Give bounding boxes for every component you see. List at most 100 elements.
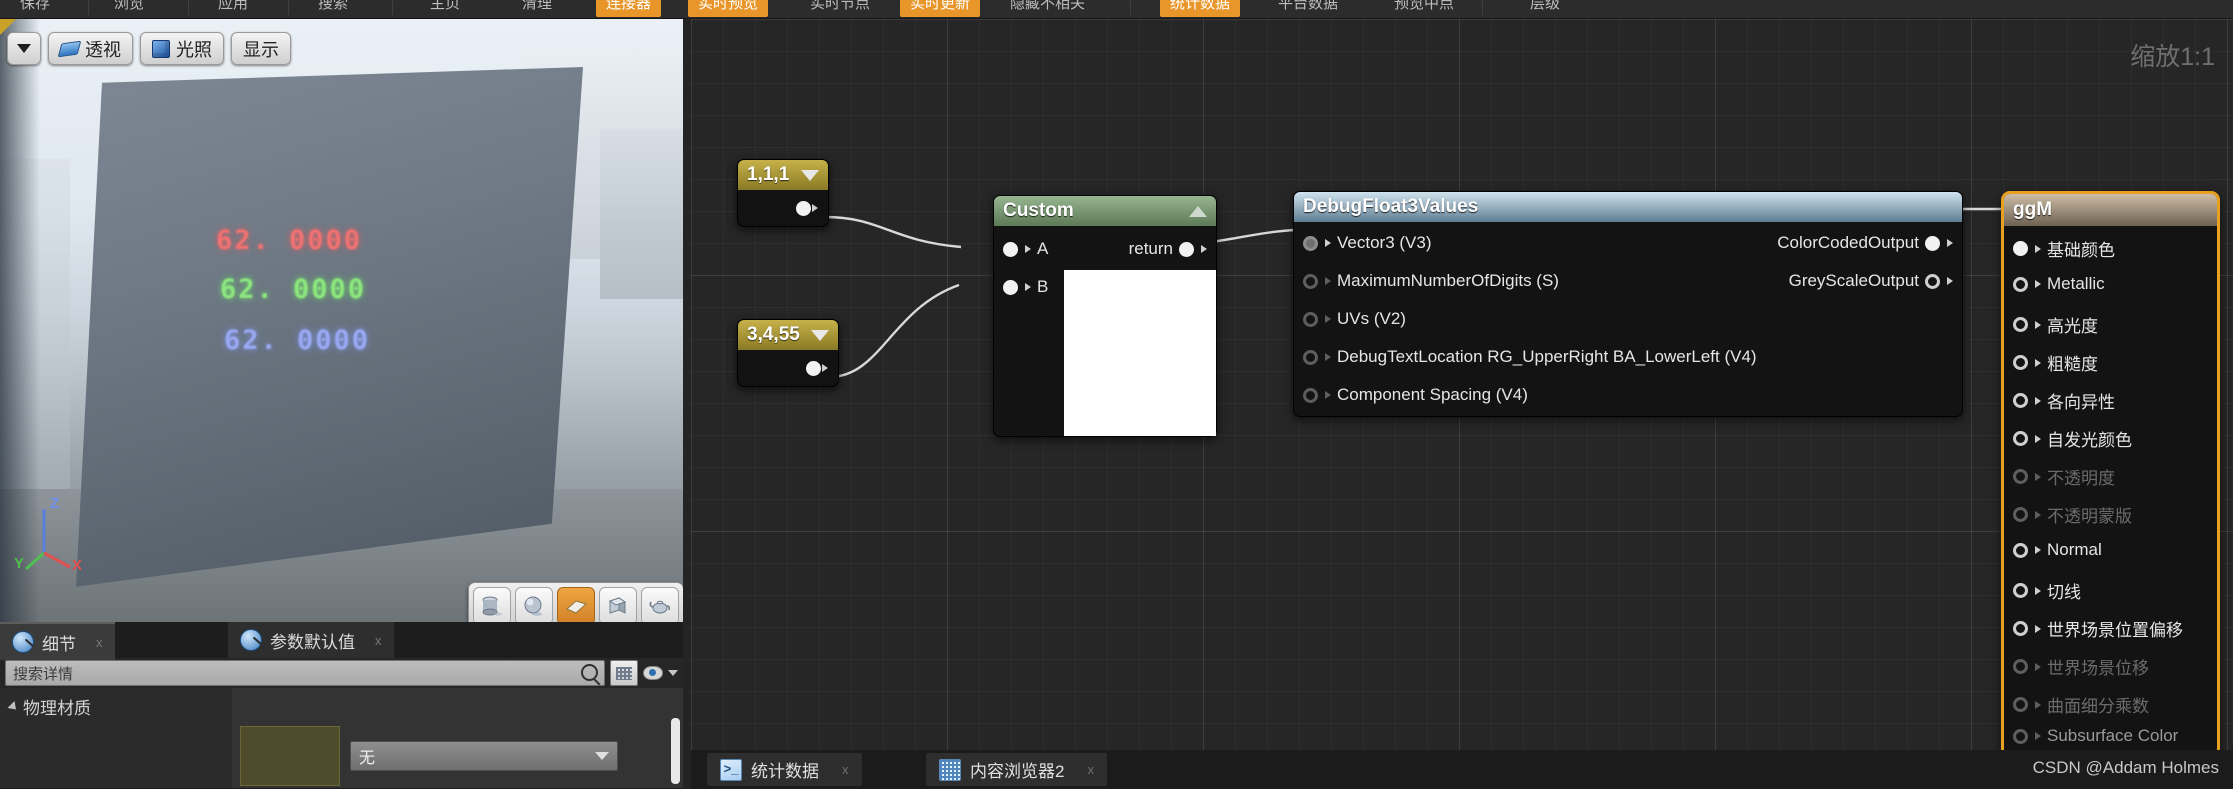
material-input-metallic[interactable]: Metallic: [2013, 274, 2105, 294]
menu-item-live-update[interactable]: 实时更新: [900, 0, 981, 17]
viewport-options-button[interactable]: [7, 32, 41, 65]
material-input-subsurface-color[interactable]: Subsurface Color: [2013, 726, 2178, 746]
node-debug-float3-values[interactable]: DebugFloat3Values Vector3 (V3) MaximumNu…: [1293, 191, 1963, 417]
input-pin-specular[interactable]: [2013, 317, 2028, 332]
details-grid-toggle-button[interactable]: [610, 660, 638, 686]
output-pin-row-return[interactable]: return: [1129, 239, 1207, 259]
material-input-specular[interactable]: 高光度: [2013, 312, 2098, 337]
input-pin-uvs[interactable]: [1303, 311, 1318, 327]
preview-shape-cube-button[interactable]: [599, 587, 637, 622]
details-scrollbar[interactable]: [671, 718, 680, 784]
preview-shape-teapot-button[interactable]: [641, 587, 679, 622]
chevron-down-icon[interactable]: [811, 329, 829, 341]
menu-item-apply[interactable]: 应用: [208, 0, 258, 17]
status-tab-statistics[interactable]: >_ 统计数据 x: [707, 753, 862, 786]
input-pin-world-displacement[interactable]: [2013, 659, 2028, 674]
input-pin-b[interactable]: [1003, 279, 1018, 295]
material-input-opacity[interactable]: 不透明度: [2013, 464, 2115, 489]
menu-item-connector[interactable]: 连接器: [596, 0, 662, 17]
input-pin-opacity[interactable]: [2013, 469, 2028, 484]
output-pin-constant-2[interactable]: [806, 360, 821, 376]
input-pin-anisotropy[interactable]: [2013, 393, 2028, 408]
material-input-normal[interactable]: Normal: [2013, 540, 2102, 560]
input-pin-row-a[interactable]: A: [1003, 239, 1048, 259]
menu-item-search[interactable]: 搜索: [308, 0, 358, 17]
custom-code-preview[interactable]: [1064, 270, 1216, 436]
output-pin-row-color-coded[interactable]: ColorCodedOutput: [1777, 233, 1953, 253]
output-pin-row-greyscale[interactable]: GreyScaleOutput: [1789, 271, 1953, 291]
menu-item-clean[interactable]: 清理: [512, 0, 562, 17]
material-preview-viewport[interactable]: 62. 0000 62. 0000 62. 0000 透视 光照 显示 Z Y …: [0, 19, 683, 622]
input-pin-max-digits[interactable]: [1303, 273, 1318, 289]
input-pin-metallic[interactable]: [2013, 276, 2028, 292]
node-constant-1-header[interactable]: 1,1,1: [738, 160, 828, 190]
menu-item-live-preview[interactable]: 实时预览: [688, 0, 769, 17]
menu-item-browse[interactable]: 浏览: [104, 0, 154, 17]
input-pin-roughness[interactable]: [2013, 355, 2028, 370]
material-graph-canvas[interactable]: 缩放1:1 材质 1,1,1 3,4,55: [691, 19, 2233, 750]
input-pin-row-component-spacing[interactable]: Component Spacing (V4): [1303, 385, 1528, 405]
input-pin-tangent[interactable]: [2013, 583, 2028, 598]
viewport-perspective-button[interactable]: 透视: [48, 32, 133, 65]
node-constant-vector-1[interactable]: 1,1,1: [737, 159, 829, 227]
menu-item-hierarchy[interactable]: 层级: [1520, 0, 1570, 17]
status-tab-statistics-close-icon[interactable]: x: [842, 762, 849, 777]
status-tab-content-browser-close-icon[interactable]: x: [1087, 762, 1094, 777]
input-pin-world-position-offset[interactable]: [2013, 621, 2028, 636]
material-input-opacity-mask[interactable]: 不透明蒙版: [2013, 502, 2132, 527]
input-pin-row-vector3[interactable]: Vector3 (V3): [1303, 233, 1432, 253]
details-search-input[interactable]: 搜索详情: [5, 660, 605, 686]
tab-parameter-defaults[interactable]: 参数默认值 x: [228, 622, 394, 658]
menu-item-live-nodes[interactable]: 实时节点: [800, 0, 880, 17]
input-pin-row-debug-text-location[interactable]: DebugTextLocation RG_UpperRight BA_Lower…: [1303, 347, 1757, 367]
physical-material-dropdown[interactable]: 无: [350, 740, 618, 771]
node-material-header[interactable]: ggM: [2004, 194, 2217, 226]
material-input-world-displacement[interactable]: 世界场景位移: [2013, 654, 2149, 679]
material-input-anisotropy[interactable]: 各向异性: [2013, 388, 2115, 413]
output-pin-return[interactable]: [1179, 241, 1194, 257]
node-constant-2-header[interactable]: 3,4,55: [738, 320, 838, 350]
input-pin-component-spacing[interactable]: [1303, 387, 1318, 403]
output-pin-constant-1[interactable]: [796, 200, 811, 216]
node-debug-header[interactable]: DebugFloat3Values: [1294, 192, 1962, 222]
menu-item-home[interactable]: 主页: [420, 0, 470, 17]
input-pin-subsurface-color[interactable]: [2013, 728, 2028, 744]
tab-details[interactable]: 细节 x: [0, 622, 115, 660]
chevron-down-icon[interactable]: [801, 169, 819, 181]
node-custom[interactable]: Custom A return B: [993, 195, 1217, 437]
menu-item-hide-unrelated[interactable]: 隐藏不相关: [1000, 0, 1095, 17]
menu-item-platform-data[interactable]: 平台数据: [1268, 0, 1348, 17]
input-pin-opacity-mask[interactable]: [2013, 507, 2028, 522]
node-constant-vector-2[interactable]: 3,4,55: [737, 319, 839, 387]
property-category-row[interactable]: 物理材质: [0, 688, 683, 726]
viewport-lighting-button[interactable]: 光照: [140, 32, 224, 65]
output-pin-greyscale[interactable]: [1925, 273, 1940, 289]
input-pin-row-uvs[interactable]: UVs (V2): [1303, 309, 1406, 329]
input-pin-row-b[interactable]: B: [1003, 277, 1048, 297]
input-pin-normal[interactable]: [2013, 542, 2028, 558]
tab-details-close-icon[interactable]: x: [96, 635, 103, 650]
node-custom-header[interactable]: Custom: [994, 196, 1216, 226]
visibility-eye-icon[interactable]: [643, 666, 663, 680]
node-material-output[interactable]: ggM 基础颜色 Metallic 高光度 粗糙度 各向异性 自发光颜色 不透明…: [2001, 191, 2220, 750]
tab-parameter-defaults-close-icon[interactable]: x: [375, 633, 382, 648]
preview-plane-mesh[interactable]: 62. 0000 62. 0000 62. 0000: [76, 67, 596, 592]
menu-item-preview-node[interactable]: 预览中点: [1384, 0, 1464, 17]
input-pin-base-color[interactable]: [2013, 241, 2028, 256]
preview-shape-plane-button[interactable]: [557, 587, 595, 622]
input-pin-debug-text-location[interactable]: [1303, 349, 1318, 365]
material-input-base-color[interactable]: 基础颜色: [2013, 236, 2115, 261]
material-input-tessellation-multiplier[interactable]: 曲面细分乘数: [2013, 692, 2149, 717]
preview-shape-cylinder-button[interactable]: [473, 587, 511, 622]
viewport-show-button[interactable]: 显示: [231, 32, 291, 65]
status-tab-content-browser[interactable]: 内容浏览器2 x: [926, 753, 1107, 786]
material-input-roughness[interactable]: 粗糙度: [2013, 350, 2098, 375]
input-pin-a[interactable]: [1003, 241, 1018, 257]
preview-shape-sphere-button[interactable]: [515, 587, 553, 622]
input-pin-row-max-digits[interactable]: MaximumNumberOfDigits (S): [1303, 271, 1559, 291]
material-input-tangent[interactable]: 切线: [2013, 578, 2081, 603]
menu-item-save[interactable]: 保存: [10, 0, 60, 17]
input-pin-vector3[interactable]: [1303, 235, 1318, 251]
material-input-world-position-offset[interactable]: 世界场景位置偏移: [2013, 616, 2183, 641]
property-row[interactable]: 无: [0, 723, 683, 789]
